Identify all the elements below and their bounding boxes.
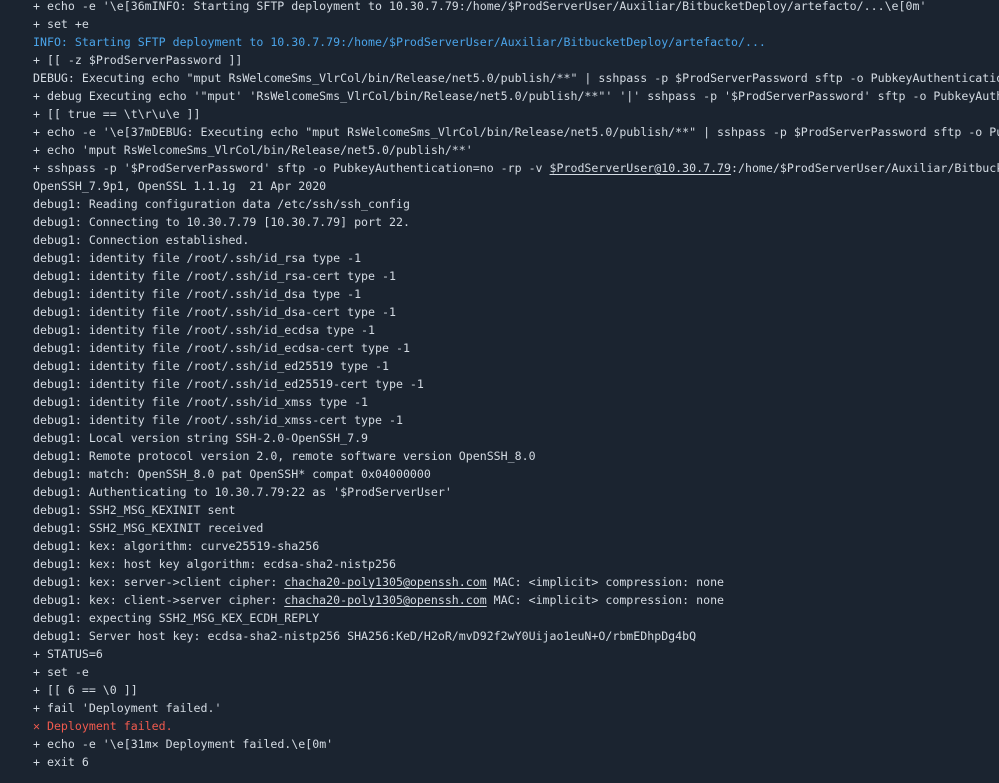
log-line: + echo -e '\e[36mINFO: Starting SFTP dep… [33, 0, 999, 15]
log-line-text: + set -e [33, 665, 89, 679]
log-line: debug1: kex: server->client cipher: chac… [33, 573, 999, 591]
log-line: debug1: Remote protocol version 2.0, rem… [33, 447, 999, 465]
log-line: debug1: identity file /root/.ssh/id_ed25… [33, 357, 999, 375]
log-link[interactable]: chacha20-poly1305@openssh.com [284, 593, 486, 607]
error-x-icon: ✕ [151, 737, 159, 751]
log-line-text: + fail 'Deployment failed.' [33, 701, 222, 715]
log-lines: + echo -e '\e[36mINFO: Starting SFTP dep… [33, 0, 999, 771]
log-line: + [[ -z $ProdServerPassword ]] [33, 51, 999, 69]
log-line-text: debug1: Authenticating to 10.30.7.79:22 … [33, 485, 452, 499]
log-line: + exit 6 [33, 753, 999, 771]
log-line: + echo 'mput RsWelcomeSms_VlrCol/bin/Rel… [33, 141, 999, 159]
log-line: ✕ Deployment failed. [33, 717, 999, 735]
log-line-text: + sshpass -p '$ProdServerPassword' sftp … [33, 161, 550, 175]
log-line-text: + [[ -z $ProdServerPassword ]] [33, 53, 243, 67]
log-line-text: + echo -e '\e[36mINFO: Starting SFTP dep… [33, 0, 927, 13]
log-line: debug1: expecting SSH2_MSG_KEX_ECDH_REPL… [33, 609, 999, 627]
log-line: + set -e [33, 663, 999, 681]
log-line-text: + STATUS=6 [33, 647, 103, 661]
log-line-text: + echo -e '\e[37mDEBUG: Executing echo "… [33, 125, 999, 139]
log-line-text: debug1: kex: algorithm: curve25519-sha25… [33, 539, 320, 553]
log-line-text: OpenSSH_7.9p1, OpenSSL 1.1.1g 21 Apr 202… [33, 179, 327, 193]
log-line: + STATUS=6 [33, 645, 999, 663]
log-line-text: debug1: SSH2_MSG_KEXINIT received [33, 521, 264, 535]
log-line-text: MAC: <implicit> compression: none [486, 593, 725, 607]
log-line: + set +e [33, 15, 999, 33]
log-line-text: debug1: SSH2_MSG_KEXINIT sent [33, 503, 236, 517]
log-line-text: debug1: identity file /root/.ssh/id_dsa-… [33, 305, 396, 319]
log-line: debug1: Connecting to 10.30.7.79 [10.30.… [33, 213, 999, 231]
log-line: + echo -e '\e[37mDEBUG: Executing echo "… [33, 123, 999, 141]
log-line: debug1: kex: host key algorithm: ecdsa-s… [33, 555, 999, 573]
log-line: + debug Executing echo '"mput' 'RsWelcom… [33, 87, 999, 105]
log-line: + [[ true == \t\r\u\e ]] [33, 105, 999, 123]
log-line-text: debug1: match: OpenSSH_8.0 pat OpenSSH* … [33, 467, 431, 481]
log-line: debug1: identity file /root/.ssh/id_ecds… [33, 321, 999, 339]
log-link[interactable]: $ProdServerUser@10.30.7.79 [550, 161, 731, 175]
log-line: debug1: kex: client->server cipher: chac… [33, 591, 999, 609]
log-link[interactable]: chacha20-poly1305@openssh.com [284, 575, 486, 589]
log-line: debug1: Reading configuration data /etc/… [33, 195, 999, 213]
log-line-text: debug1: identity file /root/.ssh/id_ecds… [33, 341, 410, 355]
log-line-text: debug1: kex: server->client cipher: [33, 575, 285, 589]
log-line-text: Deployment failed. [39, 719, 173, 733]
log-line: debug1: identity file /root/.ssh/id_xmss… [33, 411, 999, 429]
log-line-text: + [[ true == \t\r\u\e ]] [33, 107, 201, 121]
log-line: OpenSSH_7.9p1, OpenSSL 1.1.1g 21 Apr 202… [33, 177, 999, 195]
log-line-text: debug1: Server host key: ecdsa-sha2-nist… [33, 629, 697, 643]
log-line-text: debug1: expecting SSH2_MSG_KEX_ECDH_REPL… [33, 611, 320, 625]
log-line-text: DEBUG: Executing echo "mput RsWelcomeSms… [33, 71, 999, 85]
log-line-text: debug1: identity file /root/.ssh/id_rsa … [33, 251, 362, 265]
log-line: debug1: Server host key: ecdsa-sha2-nist… [33, 627, 999, 645]
log-line: debug1: identity file /root/.ssh/id_rsa … [33, 249, 999, 267]
log-line-text: debug1: kex: host key algorithm: ecdsa-s… [33, 557, 396, 571]
log-line: + echo -e '\e[31m✕ Deployment failed.\e[… [33, 735, 999, 753]
log-line-text: + debug Executing echo '"mput' 'RsWelcom… [33, 89, 999, 103]
log-line-text: INFO: Starting SFTP deployment to 10.30.… [33, 35, 766, 49]
log-line: debug1: identity file /root/.ssh/id_rsa-… [33, 267, 999, 285]
log-line-text: debug1: kex: client->server cipher: [33, 593, 285, 607]
log-line: DEBUG: Executing echo "mput RsWelcomeSms… [33, 69, 999, 87]
log-line-text: debug1: Reading configuration data /etc/… [33, 197, 410, 211]
log-line: debug1: identity file /root/.ssh/id_ecds… [33, 339, 999, 357]
log-line-text: + echo 'mput RsWelcomeSms_VlrCol/bin/Rel… [33, 143, 473, 157]
log-line-text: + set +e [33, 17, 89, 31]
log-line-text: + exit 6 [33, 755, 89, 769]
log-line-text: debug1: Local version string SSH-2.0-Ope… [33, 431, 369, 445]
log-line-text: debug1: identity file /root/.ssh/id_ecds… [33, 323, 376, 337]
log-line: + [[ 6 == \0 ]] [33, 681, 999, 699]
log-line: INFO: Starting SFTP deployment to 10.30.… [33, 33, 999, 51]
log-line-text: :/home/$ProdServerUser/Auxiliar/Bitbucke… [731, 161, 999, 175]
log-line: debug1: identity file /root/.ssh/id_dsa-… [33, 303, 999, 321]
log-line: + sshpass -p '$ProdServerPassword' sftp … [33, 159, 999, 177]
log-line: debug1: kex: algorithm: curve25519-sha25… [33, 537, 999, 555]
log-line-text: + echo -e '\e[31m [33, 737, 152, 751]
log-line-text: Deployment failed.\e[0m' [158, 737, 334, 751]
log-line: debug1: identity file /root/.ssh/id_xmss… [33, 393, 999, 411]
log-line: debug1: identity file /root/.ssh/id_ed25… [33, 375, 999, 393]
log-line: debug1: SSH2_MSG_KEXINIT sent [33, 501, 999, 519]
log-line-text: debug1: identity file /root/.ssh/id_xmss… [33, 395, 369, 409]
log-line-text: debug1: Connecting to 10.30.7.79 [10.30.… [33, 215, 410, 229]
log-line-text: debug1: identity file /root/.ssh/id_xmss… [33, 413, 403, 427]
log-line: + fail 'Deployment failed.' [33, 699, 999, 717]
error-x-icon: ✕ [33, 719, 40, 733]
log-line: debug1: match: OpenSSH_8.0 pat OpenSSH* … [33, 465, 999, 483]
log-line-text: debug1: Remote protocol version 2.0, rem… [33, 449, 536, 463]
log-line-text: + [[ 6 == \0 ]] [33, 683, 138, 697]
pipeline-log-output: + echo -e '\e[36mINFO: Starting SFTP dep… [0, 0, 999, 783]
log-line-text: debug1: Connection established. [33, 233, 250, 247]
log-line-text: debug1: identity file /root/.ssh/id_ed25… [33, 359, 389, 373]
log-line-text: debug1: identity file /root/.ssh/id_dsa … [33, 287, 362, 301]
log-line-text: debug1: identity file /root/.ssh/id_ed25… [33, 377, 424, 391]
log-line: debug1: SSH2_MSG_KEXINIT received [33, 519, 999, 537]
log-line: debug1: Authenticating to 10.30.7.79:22 … [33, 483, 999, 501]
log-line: debug1: Connection established. [33, 231, 999, 249]
log-line-text: debug1: identity file /root/.ssh/id_rsa-… [33, 269, 396, 283]
log-line: debug1: identity file /root/.ssh/id_dsa … [33, 285, 999, 303]
log-line: debug1: Local version string SSH-2.0-Ope… [33, 429, 999, 447]
log-line-text: MAC: <implicit> compression: none [486, 575, 725, 589]
